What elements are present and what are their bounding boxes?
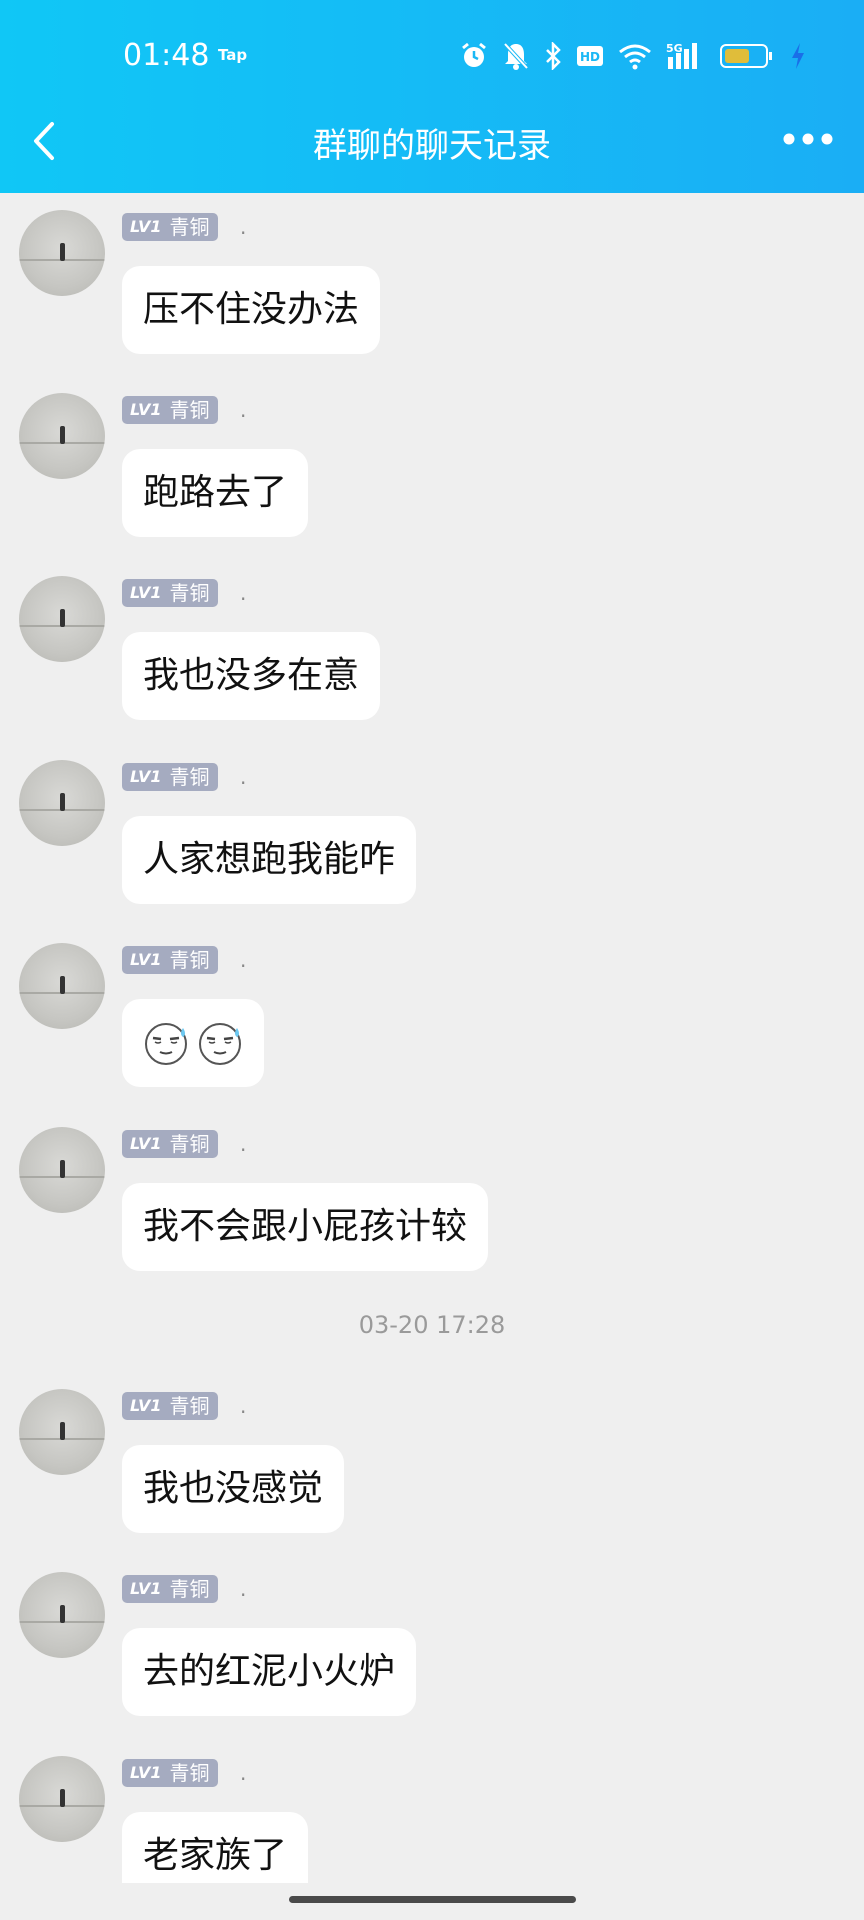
more-button[interactable] bbox=[782, 124, 834, 154]
nav-bar: 群聊的聊天记录 bbox=[0, 110, 864, 193]
avatar[interactable] bbox=[19, 760, 105, 846]
avatar[interactable] bbox=[19, 210, 105, 296]
level-badge: LV1 青铜 bbox=[122, 1130, 218, 1158]
header: 01:48 Tap HD 5G 群聊的聊天记录 bbox=[0, 0, 864, 193]
avatar[interactable] bbox=[19, 393, 105, 479]
level-badge: LV1 青铜 bbox=[122, 946, 218, 974]
sender-name: . bbox=[240, 1132, 247, 1156]
level-badge: LV1 青铜 bbox=[122, 1575, 218, 1603]
level-badge: LV1 青铜 bbox=[122, 396, 218, 424]
cellular-signal-icon: 5G bbox=[666, 41, 706, 75]
message-bubble[interactable]: 我也没多在意 bbox=[122, 632, 381, 720]
sender-name: . bbox=[240, 1761, 247, 1785]
alarm-icon bbox=[460, 42, 488, 74]
sender-name: . bbox=[240, 398, 247, 422]
sweat-smile-emoji-icon bbox=[145, 1023, 187, 1065]
sender-name: . bbox=[240, 1394, 247, 1418]
message-bubble[interactable] bbox=[122, 999, 264, 1087]
message-bubble[interactable]: 我也没感觉 bbox=[122, 1445, 345, 1533]
tap-indicator: Tap bbox=[218, 46, 248, 64]
message-timestamp: 03-20 17:28 bbox=[358, 1311, 506, 1339]
wifi-icon bbox=[618, 42, 652, 74]
sender-name: . bbox=[240, 215, 247, 239]
status-bar: 01:48 Tap HD 5G bbox=[0, 0, 864, 110]
sender-name: . bbox=[240, 581, 247, 605]
level-badge: LV1 青铜 bbox=[122, 763, 218, 791]
mute-bell-icon bbox=[502, 41, 530, 75]
status-icons: HD 5G bbox=[460, 38, 806, 78]
sender-name: . bbox=[240, 948, 247, 972]
message-bubble[interactable]: 跑路去了 bbox=[122, 449, 309, 537]
page-title: 群聊的聊天记录 bbox=[313, 126, 551, 166]
message-bubble[interactable]: 人家想跑我能咋 bbox=[122, 816, 417, 904]
level-badge: LV1 青铜 bbox=[122, 1759, 218, 1787]
message-list[interactable]: LV1 青铜 . 压不住没办法 LV1 青铜 . 跑路去了 LV1 青铜 . 我也没多… bbox=[0, 193, 864, 1883]
avatar[interactable] bbox=[19, 943, 105, 1029]
sender-name: . bbox=[240, 1577, 247, 1601]
avatar[interactable] bbox=[19, 1127, 105, 1213]
bluetooth-icon bbox=[544, 40, 562, 74]
message-bubble[interactable]: 去的红泥小火炉 bbox=[122, 1628, 417, 1716]
level-badge: LV1 青铜 bbox=[122, 213, 218, 241]
avatar[interactable] bbox=[19, 1756, 105, 1842]
home-indicator[interactable] bbox=[289, 1896, 576, 1903]
svg-text:HD: HD bbox=[580, 50, 600, 64]
sweat-smile-emoji-icon bbox=[199, 1023, 241, 1065]
avatar[interactable] bbox=[19, 1572, 105, 1658]
avatar[interactable] bbox=[19, 576, 105, 662]
sender-name: . bbox=[240, 765, 247, 789]
hd-icon: HD bbox=[576, 44, 604, 72]
message-bubble[interactable]: 压不住没办法 bbox=[122, 266, 381, 354]
charging-icon bbox=[790, 42, 806, 74]
message-bubble[interactable]: 我不会跟小屁孩计较 bbox=[122, 1183, 489, 1271]
status-time: 01:48 bbox=[123, 38, 210, 73]
level-badge: LV1 青铜 bbox=[122, 1392, 218, 1420]
avatar[interactable] bbox=[19, 1389, 105, 1475]
level-badge: LV1 青铜 bbox=[122, 579, 218, 607]
more-dots-icon bbox=[783, 133, 833, 145]
message-bubble[interactable]: 老家族了 bbox=[122, 1812, 309, 1883]
battery-icon bbox=[720, 43, 776, 73]
